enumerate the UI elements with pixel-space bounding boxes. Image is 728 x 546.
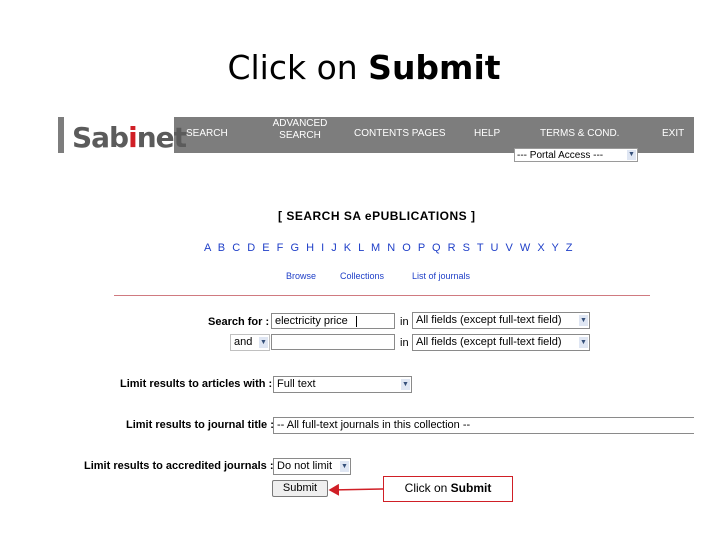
letter-link[interactable]: K bbox=[344, 242, 352, 254]
field-select-2[interactable]: All fields (except full-text field) ▼ bbox=[412, 334, 590, 351]
logo-text-left: Sab bbox=[72, 121, 129, 154]
limit-articles-label: Limit results to articles with : bbox=[120, 378, 273, 390]
letter-link[interactable]: J bbox=[331, 242, 337, 254]
nav-contents-pages[interactable]: CONTENTS PAGES bbox=[354, 128, 446, 140]
callout-prefix: Click on bbox=[404, 481, 451, 495]
letter-link[interactable]: W bbox=[520, 242, 531, 254]
slide-title-prefix: Click on bbox=[227, 48, 369, 87]
in-label-2: in bbox=[400, 337, 409, 349]
letter-link[interactable]: B bbox=[218, 242, 226, 254]
letter-link[interactable]: G bbox=[290, 242, 299, 254]
letter-link[interactable]: E bbox=[262, 242, 270, 254]
browse-link[interactable]: Browse bbox=[286, 271, 316, 281]
letter-link[interactable]: D bbox=[247, 242, 255, 254]
letter-link[interactable]: X bbox=[537, 242, 545, 254]
chevron-down-icon: ▼ bbox=[579, 315, 588, 326]
nav-advanced-search[interactable]: ADVANCED SEARCH bbox=[264, 118, 336, 142]
callout-box: Click on Submit bbox=[383, 476, 513, 502]
nav-terms[interactable]: TERMS & COND. bbox=[540, 128, 619, 140]
letter-link[interactable]: P bbox=[418, 242, 426, 254]
field-select-1[interactable]: All fields (except full-text field) ▼ bbox=[412, 312, 590, 329]
list-of-journals-link[interactable]: List of journals bbox=[412, 271, 470, 281]
search-input-value: electricity price bbox=[275, 315, 348, 327]
search-input-2[interactable] bbox=[271, 334, 395, 350]
letter-link[interactable]: C bbox=[232, 242, 240, 254]
boolean-operator-value: and bbox=[234, 336, 253, 348]
limit-accredited-label: Limit results to accredited journals : bbox=[84, 460, 274, 472]
nav-exit[interactable]: EXIT bbox=[662, 128, 684, 140]
chevron-down-icon: ▼ bbox=[579, 337, 588, 348]
search-input[interactable]: electricity price bbox=[271, 313, 395, 329]
alphabet-index: A B C D E F G H I J K L M N O P Q R S T … bbox=[204, 242, 573, 254]
limit-journal-select[interactable]: -- All full-text journals in this collec… bbox=[273, 417, 694, 434]
logo-text-red: i bbox=[128, 121, 138, 154]
search-for-label: Search for : bbox=[208, 316, 270, 328]
letter-link[interactable]: M bbox=[371, 242, 381, 254]
logo-text-right: net bbox=[136, 121, 187, 154]
portal-access-select[interactable]: --- Portal Access --- ▼ bbox=[514, 148, 638, 162]
portal-access-value: --- Portal Access --- bbox=[517, 150, 604, 161]
text-cursor bbox=[355, 315, 357, 327]
letter-link[interactable]: O bbox=[402, 242, 411, 254]
letter-link[interactable]: I bbox=[321, 242, 325, 254]
limit-journal-value: -- All full-text journals in this collec… bbox=[277, 419, 471, 431]
slide-title-bold: Submit bbox=[368, 48, 501, 87]
limit-articles-select[interactable]: Full text ▼ bbox=[273, 376, 412, 393]
letter-link[interactable]: H bbox=[306, 242, 314, 254]
field-select-1-value: All fields (except full-text field) bbox=[416, 314, 562, 326]
collections-link[interactable]: Collections bbox=[340, 271, 384, 281]
letter-link[interactable]: U bbox=[490, 242, 498, 254]
nav-help[interactable]: HELP bbox=[474, 128, 500, 140]
letter-link[interactable]: T bbox=[477, 242, 484, 254]
letter-link[interactable]: S bbox=[463, 242, 471, 254]
sabinet-screenshot: Sabinet SEARCH ADVANCED SEARCH CONTENTS … bbox=[58, 113, 694, 533]
logo-box: Sabinet bbox=[64, 117, 187, 154]
limit-articles-value: Full text bbox=[277, 378, 316, 390]
boolean-operator-select[interactable]: and ▼ bbox=[230, 334, 270, 351]
divider bbox=[114, 295, 650, 296]
chevron-down-icon: ▼ bbox=[259, 337, 268, 348]
letter-link[interactable]: F bbox=[277, 242, 284, 254]
page-heading: [ SEARCH SA ePUBLICATIONS ] bbox=[278, 209, 476, 223]
chevron-down-icon: ▼ bbox=[627, 150, 636, 160]
nav-search[interactable]: SEARCH bbox=[186, 128, 228, 140]
letter-link[interactable]: Z bbox=[566, 242, 573, 254]
limit-journal-label: Limit results to journal title : bbox=[126, 419, 274, 431]
limit-accredited-value: Do not limit bbox=[277, 460, 333, 472]
sabinet-logo[interactable]: Sabinet bbox=[72, 121, 187, 154]
letter-link[interactable]: Q bbox=[432, 242, 441, 254]
letter-link[interactable]: V bbox=[505, 242, 513, 254]
chevron-down-icon: ▼ bbox=[340, 461, 349, 472]
letter-link[interactable]: A bbox=[204, 242, 211, 254]
slide-title: Click on Submit bbox=[0, 48, 728, 87]
callout-bold: Submit bbox=[450, 481, 492, 495]
field-select-2-value: All fields (except full-text field) bbox=[416, 336, 562, 348]
chevron-down-icon: ▼ bbox=[401, 379, 410, 390]
in-label: in bbox=[400, 316, 409, 328]
nav-bar: Sabinet SEARCH ADVANCED SEARCH CONTENTS … bbox=[58, 113, 694, 171]
letter-link[interactable]: Y bbox=[552, 242, 560, 254]
letter-link[interactable]: L bbox=[358, 242, 364, 254]
callout-arrow-icon bbox=[328, 483, 384, 496]
letter-link[interactable]: N bbox=[387, 242, 395, 254]
letter-link[interactable]: R bbox=[448, 242, 456, 254]
limit-accredited-select[interactable]: Do not limit ▼ bbox=[273, 458, 351, 475]
